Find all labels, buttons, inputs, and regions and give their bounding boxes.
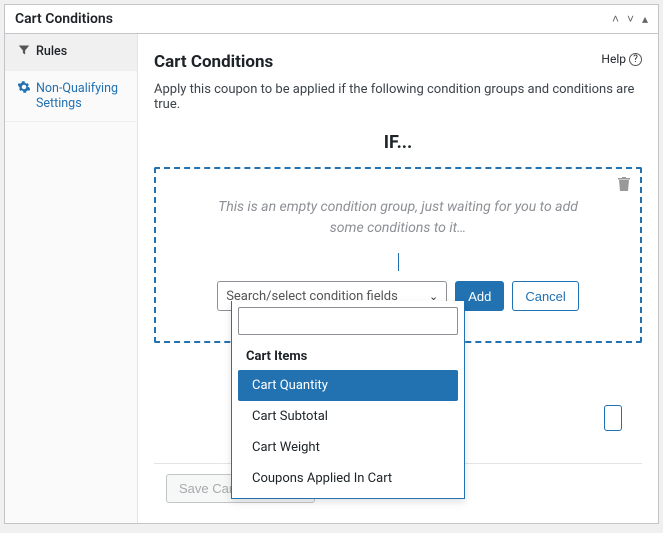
dropdown-option-cart-weight[interactable]: Cart Weight [238, 432, 458, 463]
condition-dropdown: Cart Items Cart Quantity Cart Subtotal C… [231, 301, 465, 499]
dropdown-option-cart-subtotal[interactable]: Cart Subtotal [238, 401, 458, 432]
sidebar-item-label: Non-Qualifying Settings [36, 81, 125, 111]
gear-icon [17, 81, 30, 97]
sidebar: Rules Non-Qualifying Settings [5, 34, 138, 523]
help-label: Help [601, 52, 626, 66]
caret-row [172, 253, 624, 275]
panel-toggle-icon[interactable]: ▴ [642, 12, 648, 26]
trash-icon[interactable] [618, 177, 630, 195]
partial-button[interactable] [604, 405, 622, 431]
dropdown-group-label: Cart Items [232, 341, 464, 370]
panel-collapse-down-icon[interactable]: ˅ [627, 12, 634, 26]
panel-collapse-up-icon[interactable]: ˄ [612, 12, 619, 26]
main-heading: Cart Conditions [154, 52, 273, 72]
help-icon: ? [629, 53, 642, 66]
dropdown-option-cart-quantity[interactable]: Cart Quantity [238, 370, 458, 401]
cancel-button[interactable]: Cancel [512, 281, 578, 311]
text-caret-icon [398, 253, 399, 271]
sidebar-item-rules[interactable]: Rules [5, 34, 137, 71]
dropdown-search-wrap [232, 301, 464, 341]
panel-title: Cart Conditions [15, 11, 113, 27]
if-heading: IF... [154, 132, 642, 153]
panel-header-controls: ˄ ˅ ▴ [612, 12, 648, 26]
sidebar-item-label: Rules [36, 44, 67, 59]
empty-group-message: This is an empty condition group, just w… [172, 197, 624, 239]
panel-header: Cart Conditions ˄ ˅ ▴ [5, 5, 658, 34]
main-header: Cart Conditions Help ? [154, 52, 642, 72]
dropdown-search-input[interactable] [238, 307, 458, 335]
description-text: Apply this coupon to be applied if the f… [154, 82, 642, 112]
funnel-icon [17, 44, 30, 60]
dropdown-option-coupons-applied[interactable]: Coupons Applied In Cart [238, 463, 458, 494]
dropdown-list[interactable]: Cart Items Cart Quantity Cart Subtotal C… [232, 341, 464, 498]
help-link[interactable]: Help ? [601, 52, 642, 66]
sidebar-item-non-qualifying[interactable]: Non-Qualifying Settings [5, 71, 137, 122]
